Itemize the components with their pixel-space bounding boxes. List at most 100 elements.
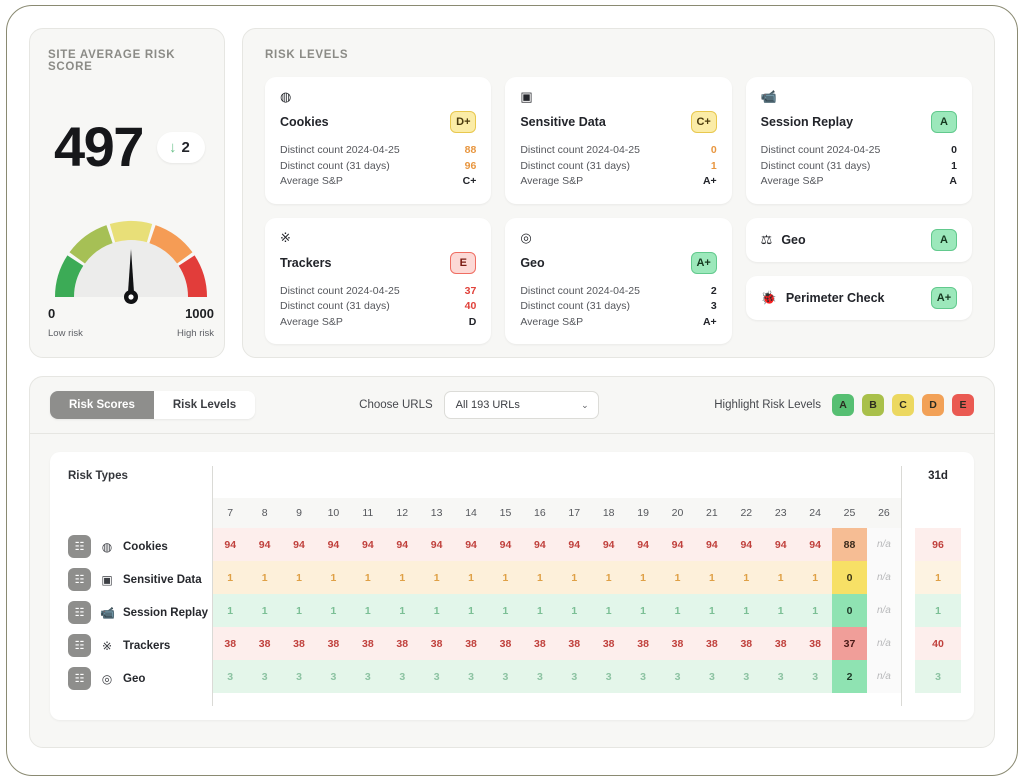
heatmap-cell[interactable]: 1 [763,561,798,594]
risk-level-card-trackers[interactable]: ※ Trackers E Distinct count 2024-04-25 37 Dis… [265,217,492,344]
heatmap-cell[interactable]: 3 [350,660,386,693]
heatmap-cell[interactable]: 3 [419,660,454,693]
heatmap-cell[interactable]: 94 [419,528,454,561]
heatmap-cell[interactable]: 1 [797,561,833,594]
heatmap-cell[interactable]: 1 [350,594,386,627]
heatmap-cell[interactable]: 1 [488,594,523,627]
highlight-badge-D[interactable]: D [922,394,944,416]
heatmap-cell[interactable]: 94 [763,528,798,561]
heatmap-cell[interactable]: 94 [247,528,282,561]
summary-31d-cell[interactable]: 1 [915,594,961,627]
heatmap-cell[interactable]: 1 [729,561,764,594]
heatmap-cell[interactable]: 38 [660,627,695,660]
heatmap-cell[interactable]: 1 [625,594,661,627]
heatmap-cell[interactable]: 94 [488,528,523,561]
heatmap-cell[interactable]: 1 [625,561,661,594]
document-search-icon[interactable]: ☷ [68,601,91,624]
heatmap-cell[interactable]: 1 [281,594,317,627]
heatmap-cell[interactable]: 3 [694,660,730,693]
heatmap-cell[interactable]: 0 [832,594,867,627]
heatmap-cell[interactable]: 38 [213,627,248,660]
heatmap-cell[interactable]: 94 [625,528,661,561]
heatmap-cell[interactable]: 3 [316,660,351,693]
heatmap-cell[interactable]: 3 [247,660,282,693]
heatmap-cell[interactable]: 0 [832,561,867,594]
heatmap-cell[interactable]: 94 [660,528,695,561]
highlight-badge-E[interactable]: E [952,394,974,416]
heatmap-cell[interactable]: 3 [281,660,317,693]
risk-type-row-session-replay[interactable]: ☷ 📹 Session Replay [68,596,212,629]
risk-level-card-cookies[interactable]: ◍ Cookies D+ Distinct count 2024-04-25 88 Dis… [265,77,492,204]
highlight-badge-B[interactable]: B [862,394,884,416]
heatmap-cell[interactable]: 1 [557,594,592,627]
heatmap-cell[interactable]: 1 [385,561,420,594]
summary-31d-cell[interactable]: 1 [915,561,961,594]
highlight-badge-C[interactable]: C [892,394,914,416]
document-search-icon[interactable]: ☷ [68,634,91,657]
risk-type-row-geo[interactable]: ☷ ◎ Geo [68,662,212,695]
heatmap-cell[interactable]: 1 [350,561,386,594]
heatmap-cell[interactable]: 94 [694,528,730,561]
heatmap-cell[interactable]: 94 [797,528,833,561]
heatmap-cell[interactable]: 38 [488,627,523,660]
heatmap-cell[interactable]: 1 [660,561,695,594]
heatmap-cell[interactable]: 3 [488,660,523,693]
document-search-icon[interactable]: ☷ [68,535,91,558]
heatmap-cell[interactable]: n/a [866,594,902,627]
heatmap-cell[interactable]: 38 [316,627,351,660]
heatmap-cell[interactable]: 1 [660,594,695,627]
heatmap-cell[interactable]: 1 [694,561,730,594]
heatmap-cell[interactable]: 38 [729,627,764,660]
heatmap-cell[interactable]: 1 [247,594,282,627]
heatmap-cell[interactable]: 94 [281,528,317,561]
tab-risk-levels[interactable]: Risk Levels [153,391,256,419]
heatmap-cell[interactable]: 1 [419,561,454,594]
heatmap-cell[interactable]: 3 [591,660,626,693]
tab-risk-scores[interactable]: Risk Scores [50,391,154,419]
heatmap-cell[interactable]: 1 [488,561,523,594]
heatmap-cell[interactable]: 38 [385,627,420,660]
heatmap-cell[interactable]: 3 [557,660,592,693]
heatmap-cell[interactable]: 3 [625,660,661,693]
heatmap-cell[interactable]: 1 [591,561,626,594]
heatmap-cell[interactable]: 1 [316,561,351,594]
heatmap-cell[interactable]: 1 [419,594,454,627]
heatmap-cell[interactable]: 1 [385,594,420,627]
heatmap-cell[interactable]: 1 [522,561,558,594]
heatmap-cell[interactable]: 37 [832,627,867,660]
heatmap-cell[interactable]: 38 [591,627,626,660]
heatmap-cell[interactable]: 1 [557,561,592,594]
heatmap-cell[interactable]: n/a [866,660,902,693]
heatmap-cell[interactable]: 88 [832,528,867,561]
risk-level-card-sensitive-data[interactable]: ▣ Sensitive Data C+ Distinct count 2024-04-… [505,77,732,204]
heatmap-cell[interactable]: 3 [522,660,558,693]
heatmap-cell[interactable]: 1 [453,561,489,594]
heatmap-cell[interactable]: n/a [866,561,902,594]
heatmap-cell[interactable]: 38 [763,627,798,660]
heatmap-cell[interactable]: 1 [213,561,248,594]
heatmap-cell[interactable]: n/a [866,627,902,660]
heatmap-cell[interactable]: 38 [419,627,454,660]
document-search-icon[interactable]: ☷ [68,568,91,591]
heatmap-cell[interactable]: 1 [247,561,282,594]
view-mode-tabs[interactable]: Risk Scores Risk Levels [50,391,256,419]
heatmap-cell[interactable]: 3 [453,660,489,693]
heatmap-cell[interactable]: n/a [866,528,902,561]
heatmap-cell[interactable]: 3 [729,660,764,693]
heatmap-cell[interactable]: 1 [763,594,798,627]
heatmap-cell[interactable]: 94 [729,528,764,561]
highlight-badge-A[interactable]: A [832,394,854,416]
risk-type-row-trackers[interactable]: ☷ ※ Trackers [68,629,212,662]
heatmap-cell[interactable]: 1 [316,594,351,627]
heatmap-cell[interactable]: 38 [797,627,833,660]
heatmap-cell[interactable]: 1 [694,594,730,627]
summary-31d-cell[interactable]: 3 [915,660,961,693]
heatmap-cell[interactable]: 38 [694,627,730,660]
heatmap-cell[interactable]: 1 [453,594,489,627]
heatmap-cell[interactable]: 38 [247,627,282,660]
risk-level-mini-card-perimeter-check[interactable]: 🐞 Perimeter Check A+ [745,275,972,320]
risk-level-card-geo[interactable]: ◎ Geo A+ Distinct count 2024-04-25 2 Distinct… [505,217,732,344]
risk-type-row-cookies[interactable]: ☷ ◍ Cookies [68,530,212,563]
heatmap-cell[interactable]: 1 [522,594,558,627]
choose-urls-select[interactable]: All 193 URLs ⌄ [443,391,599,419]
